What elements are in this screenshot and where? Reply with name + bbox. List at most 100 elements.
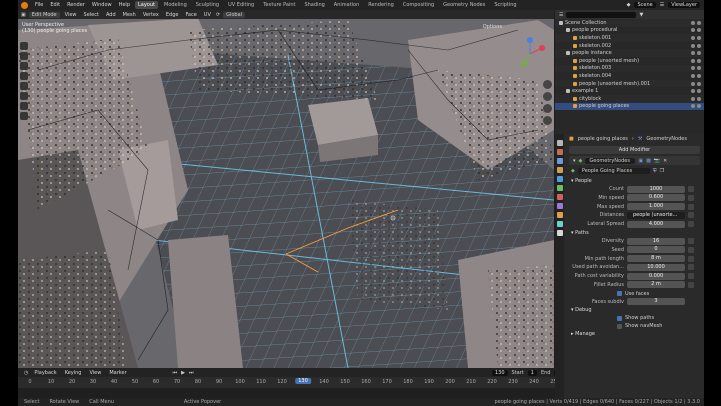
camera-icon[interactable] [697, 28, 701, 33]
outliner-row[interactable]: people (unsorted mesh).001 [555, 79, 704, 88]
outliner-row[interactable]: Scene Collection [555, 19, 704, 27]
view-layer-selector[interactable]: ViewLayer [668, 2, 700, 8]
camera-icon[interactable] [697, 96, 701, 101]
properties-tab-icon[interactable] [556, 203, 563, 209]
outliner-editor-icon[interactable]: ☰ [559, 12, 563, 18]
outliner-row[interactable]: skeleton.001 [555, 34, 704, 42]
add-modifier-button[interactable]: Add Modifier [569, 146, 700, 154]
modifier-name-field[interactable]: GeometryNodes [585, 157, 636, 164]
prop-value-field[interactable]: 0.600 [627, 194, 685, 202]
vp-menu-select[interactable]: Select [82, 12, 101, 18]
attribute-toggle-icon[interactable] [688, 194, 694, 201]
faces-subdiv-field[interactable]: 3 [627, 298, 685, 306]
duplicate-icon[interactable]: ❐ [660, 168, 664, 174]
camera-icon[interactable] [697, 51, 701, 56]
vp-menu-view[interactable]: View [63, 12, 79, 18]
attribute-toggle-icon[interactable] [688, 212, 694, 219]
filter-icon[interactable]: ▼ [639, 12, 643, 18]
playhead-frame-badge[interactable]: 130 [295, 378, 311, 384]
properties-tab-icon[interactable] [556, 212, 563, 218]
vp-menu-edge[interactable]: Edge [164, 12, 181, 18]
jump-start-icon[interactable]: ⏮ [173, 370, 178, 376]
prop-value-field[interactable]: 1000 [627, 185, 685, 193]
section-people[interactable]: ▾ People [565, 177, 704, 185]
outliner-row[interactable]: skeleton.003 [555, 64, 704, 73]
play-icon[interactable]: ▶ [181, 370, 185, 376]
eye-icon[interactable] [691, 73, 695, 78]
scale-tool-icon[interactable] [20, 82, 28, 90]
outliner-row[interactable]: people (unsorted mesh) [555, 57, 704, 65]
viewport-scene[interactable] [18, 10, 554, 368]
outliner-row[interactable]: cityblock [555, 94, 704, 103]
eye-icon[interactable] [691, 43, 695, 48]
cursor-tool-icon[interactable] [20, 52, 28, 60]
rotate-tool-icon[interactable] [20, 72, 28, 80]
menu-edit[interactable]: Edit [48, 2, 62, 8]
properties-tab-icon[interactable] [556, 185, 563, 191]
pan-hand-icon[interactable] [543, 92, 552, 101]
show-paths-check-icon[interactable] [617, 315, 622, 321]
outliner-row[interactable]: skeleton.002 [555, 42, 704, 50]
tab-animation[interactable]: Animation [331, 1, 363, 9]
attribute-toggle-icon[interactable] [688, 203, 694, 210]
vp-menu-add[interactable]: Add [104, 12, 118, 18]
tab-sculpting[interactable]: Sculpting [193, 1, 222, 9]
clock-icon[interactable]: ◷ [24, 370, 28, 376]
fake-user-shield-icon[interactable]: ⛨ [653, 168, 657, 174]
jump-end-icon[interactable]: ⏭ [189, 370, 194, 376]
properties-tab-icon[interactable] [556, 176, 563, 182]
outliner-search-input[interactable] [566, 11, 637, 18]
use-faces-check-icon[interactable] [617, 291, 622, 297]
eye-icon[interactable] [691, 35, 695, 40]
options-dropdown[interactable]: Options [483, 24, 502, 30]
vp-menu-mesh[interactable]: Mesh [121, 12, 138, 18]
y-axis-icon[interactable] [521, 61, 527, 67]
properties-tab-icon[interactable] [556, 194, 563, 200]
vp-menu-uv[interactable]: UV [202, 12, 213, 18]
attribute-toggle-icon[interactable] [688, 281, 694, 288]
attribute-toggle-icon[interactable] [688, 273, 694, 280]
tab-scripting[interactable]: Scripting [491, 1, 519, 9]
node-group-field[interactable]: People Going Places [577, 168, 650, 174]
tl-menu-marker[interactable]: Marker [107, 370, 128, 376]
vp-menu-face[interactable]: Face [183, 12, 198, 18]
close-icon[interactable]: ✕ [663, 158, 667, 164]
attribute-toggle-icon[interactable] [688, 246, 694, 253]
timeline-ruler[interactable]: 0 10 20 30 40 50 60 70 80 90 100 110 120 130 140 150 160… [18, 377, 574, 388]
outliner-row[interactable]: people going places [555, 102, 704, 111]
prop-value-field[interactable]: 8 m [627, 255, 685, 263]
grid-view-icon[interactable] [543, 116, 552, 125]
prop-value-field[interactable]: 0 [627, 246, 685, 254]
section-paths[interactable]: ▾ Paths [565, 229, 704, 237]
menu-window[interactable]: Window [90, 2, 114, 8]
properties-tab-icon[interactable] [556, 149, 563, 155]
3d-viewport[interactable]: ▣ Edit Mode View Select Add Mesh Vertex … [18, 10, 554, 368]
section-debug[interactable]: ▾ Debug [565, 306, 704, 314]
camera-icon[interactable] [543, 104, 552, 113]
outliner-row[interactable]: example 1 [555, 87, 704, 95]
camera-icon[interactable] [697, 66, 701, 71]
eye-icon[interactable] [691, 104, 695, 109]
prop-value-field[interactable]: people (unsorte... [627, 211, 685, 219]
menu-render[interactable]: Render [65, 2, 87, 8]
eye-icon[interactable] [691, 20, 695, 25]
transform-orientation-select[interactable]: Global [223, 11, 246, 18]
prop-value-field[interactable]: 10.000 [627, 263, 685, 271]
prop-value-field[interactable]: 4.000 [627, 220, 685, 228]
select-tool-icon[interactable] [20, 42, 28, 50]
tab-uv-editing[interactable]: UV Editing [225, 1, 257, 9]
properties-tab-icon[interactable] [556, 221, 563, 227]
tab-compositing[interactable]: Compositing [400, 1, 437, 9]
eye-icon[interactable] [691, 89, 695, 94]
navigation-gizmo[interactable] [512, 36, 548, 72]
editor-type-icon[interactable]: ▣ [21, 12, 26, 18]
zoom-icon[interactable] [543, 80, 552, 89]
attribute-toggle-icon[interactable] [688, 221, 694, 228]
prop-value-field[interactable]: 0.000 [627, 272, 685, 280]
attribute-toggle-icon[interactable] [688, 264, 694, 271]
outliner-row[interactable]: people procedural [555, 27, 704, 35]
timeline-track[interactable] [18, 388, 574, 398]
eye-icon[interactable] [691, 28, 695, 33]
show-paths-checkbox[interactable]: Show paths [565, 314, 704, 322]
vp-menu-vertex[interactable]: Vertex [141, 12, 161, 18]
